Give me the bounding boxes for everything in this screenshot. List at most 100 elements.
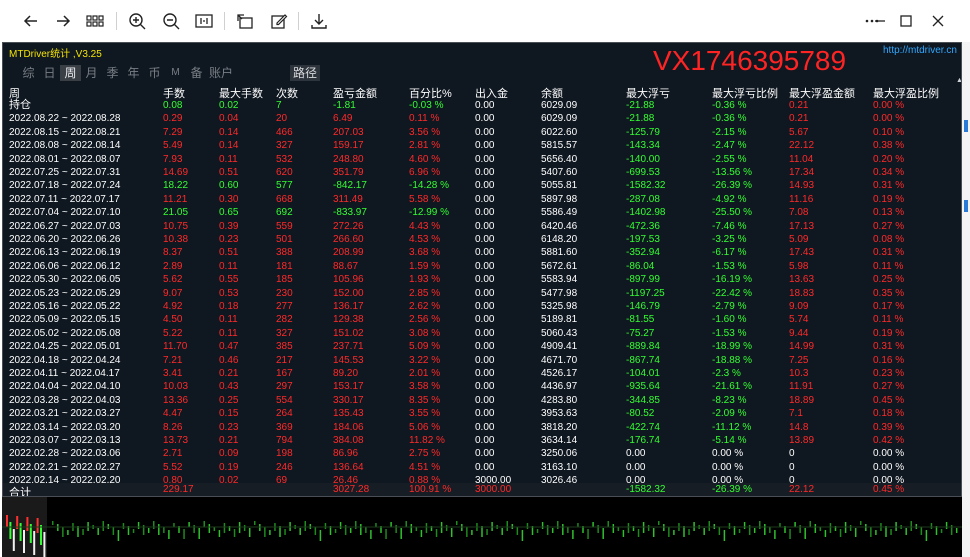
toolbar-divider [224, 12, 225, 30]
tab-3[interactable]: 月 [81, 65, 102, 81]
tab-0[interactable]: 综 [18, 65, 39, 81]
table-row[interactable]: 2022.06.13 ~ 2022.06.19 8.37 0.51 388 208.99… [3, 246, 961, 259]
cell-最大浮亏比例: -5.14 % [712, 435, 747, 446]
chart-candle [40, 525, 42, 545]
chart-bar [567, 527, 569, 533]
table-row[interactable]: 2022.04.11 ~ 2022.04.17 3.41 0.21 167 89.20 2… [3, 367, 961, 380]
zoom-in-icon[interactable] [126, 10, 148, 32]
table-row[interactable]: 2022.08.22 ~ 2022.08.28 0.29 0.04 20 6.49 0.1… [3, 112, 961, 125]
cell-出入金: 0.00 [475, 126, 495, 138]
cell-次数: 20 [276, 113, 288, 125]
close-icon[interactable] [926, 10, 950, 32]
cell-最大手数: 0.18 [219, 301, 239, 312]
maximize-icon[interactable] [894, 10, 918, 32]
cell-百分比%: -12.99 % [409, 207, 450, 219]
chart-bar [809, 521, 811, 527]
table-row[interactable]: 2022.05.02 ~ 2022.05.08 5.22 0.11 327 151.02… [3, 327, 961, 340]
cell-次数: 577 [276, 180, 293, 192]
chart-bar [82, 529, 84, 535]
table-row[interactable]: 2022.05.30 ~ 2022.06.05 5.62 0.55 185 105.96… [3, 273, 961, 286]
cell-最大浮盈金额: 14.99 [789, 341, 815, 353]
table-row[interactable]: 2022.08.08 ~ 2022.08.14 5.49 0.14 327 159.17… [3, 139, 961, 152]
save-icon[interactable] [308, 10, 330, 32]
totals-max-float-loss: -1582.32 [626, 484, 666, 495]
chart-bar [163, 527, 165, 533]
cell-百分比%: 6.96 % [409, 167, 441, 178]
table-row[interactable]: 2022.04.25 ~ 2022.05.01 11.70 0.47 385 237.7… [3, 340, 961, 353]
table-row[interactable]: 2022.03.21 ~ 2022.03.27 4.47 0.15 264 135.43… [3, 407, 961, 420]
cell-最大浮亏: -1582.32 [626, 180, 666, 192]
table-row[interactable]: 2022.02.28 ~ 2022.03.06 2.71 0.09 198 86.96 2… [3, 447, 961, 460]
table-row[interactable]: 2022.06.06 ~ 2022.06.12 2.89 0.11 181 88.67 1… [3, 260, 961, 273]
scroll-up-icon[interactable]: ▲ [956, 77, 961, 84]
cell-百分比%: 2.01 % [409, 368, 441, 379]
website-link[interactable]: http://mtdriver.cn [883, 45, 957, 56]
chart-bar [314, 527, 317, 535]
cell-最大浮亏: -889.84 [626, 341, 660, 353]
table-row[interactable]: 2022.07.18 ~ 2022.07.24 18.22 0.60 577 -842.… [3, 179, 961, 192]
table-row[interactable]: 2022.05.16 ~ 2022.05.22 4.92 0.18 277 136.17… [3, 300, 961, 313]
table-row[interactable]: 2022.06.20 ~ 2022.06.26 10.38 0.23 501 266.6… [3, 233, 961, 246]
tab-7[interactable]: M [165, 65, 186, 81]
row-period: 2022.07.25 ~ 2022.07.31 [9, 167, 121, 178]
cell-盈亏金额: 86.96 [333, 448, 359, 460]
tab-5[interactable]: 年 [123, 65, 144, 81]
forward-arrow-icon[interactable] [52, 10, 74, 32]
table-row[interactable]: 2022.07.25 ~ 2022.07.31 14.69 0.51 620 351.7… [3, 166, 961, 179]
fit-width-icon[interactable] [193, 10, 215, 32]
cell-最大浮亏比例: -2.47 % [712, 140, 747, 152]
zoom-out-icon[interactable] [160, 10, 182, 32]
cell-出入金: 0.00 [475, 408, 495, 420]
table-row[interactable]: 2022.05.23 ~ 2022.05.29 9.07 0.53 230 152.00… [3, 287, 961, 300]
cell-余额: 3953.63 [541, 408, 578, 420]
chart-bar [860, 521, 862, 525]
tab-6[interactable]: 币 [144, 65, 165, 81]
table-row[interactable]: 2022.08.15 ~ 2022.08.21 7.29 0.14 466 207.03… [3, 126, 961, 139]
cell-余额: 5477.98 [541, 287, 578, 299]
chart-candle [9, 522, 12, 539]
cell-最大浮亏比例: -1.60 % [712, 314, 747, 326]
cell-最大手数: 0.09 [219, 448, 239, 460]
chart-bar [223, 523, 226, 533]
minimize-icon[interactable] [868, 10, 892, 32]
table-row[interactable]: 2022.04.18 ~ 2022.04.24 7.21 0.46 217 145.53… [3, 354, 961, 367]
chart-bar [132, 529, 135, 533]
chart-bar [405, 521, 407, 527]
table-row[interactable]: 2022.07.11 ~ 2022.07.17 11.21 0.30 668 311.4… [3, 193, 961, 206]
table-row[interactable]: 2022.06.27 ~ 2022.07.03 10.75 0.39 559 272.2… [3, 220, 961, 233]
table-row[interactable]: 2022.07.04 ~ 2022.07.10 21.05 0.65 692 -833.… [3, 206, 961, 219]
table-row[interactable]: 2022.03.07 ~ 2022.03.13 13.73 0.21 794 384.0… [3, 434, 961, 447]
cell-出入金: 0.00 [475, 435, 495, 446]
grid-icon[interactable] [84, 10, 106, 32]
table-row[interactable]: 2022.03.28 ~ 2022.04.03 13.36 0.25 554 330.1… [3, 394, 961, 407]
cell-最大手数: 0.23 [219, 234, 239, 245]
tab-4[interactable]: 季 [102, 65, 123, 81]
table-row[interactable]: 2022.03.14 ~ 2022.03.20 8.26 0.23 369 184.06… [3, 421, 961, 434]
edit-icon[interactable] [268, 10, 290, 32]
table-row[interactable]: 2022.04.04 ~ 2022.04.10 10.03 0.43 297 153.1… [3, 380, 961, 393]
tab-9[interactable]: 账户 [207, 65, 235, 81]
cell-最大浮盈比例: 0.31 % [873, 341, 905, 353]
tab-path[interactable]: 路径 [290, 65, 320, 81]
cell-最大手数: 0.39 [219, 220, 239, 232]
back-arrow-icon[interactable] [20, 10, 42, 32]
cell-余额: 3818.20 [541, 421, 578, 433]
cell-手数: 5.52 [163, 461, 183, 473]
chart-bar [324, 523, 327, 529]
chart-bar [198, 528, 200, 539]
cell-最大浮亏比例: -1.53 % [712, 260, 747, 272]
cell-最大浮亏: -344.85 [626, 394, 660, 406]
table-row[interactable]: 2022.02.21 ~ 2022.02.27 5.52 0.19 246 136.64… [3, 461, 961, 474]
table-row[interactable]: 2022.05.09 ~ 2022.05.15 4.50 0.11 282 129.38… [3, 313, 961, 326]
tab-1[interactable]: 日 [39, 65, 60, 81]
cell-最大浮盈金额: 11.16 [789, 193, 814, 205]
rotate-icon[interactable] [234, 10, 256, 32]
tab-8[interactable]: 备 [186, 65, 207, 81]
cell-最大浮盈金额: 9.44 [789, 327, 809, 339]
tab-2[interactable]: 周 [60, 65, 81, 81]
holding-row[interactable]: 持仓 0.08 0.02 7 -1.81 -0.03 % 0.00 6029.09 -21.88… [3, 99, 961, 112]
chart-bar [789, 529, 791, 539]
chart-bar [183, 529, 185, 539]
table-row[interactable]: 2022.08.01 ~ 2022.08.07 7.93 0.11 532 248.80… [3, 153, 961, 166]
cell-出入金: 0.00 [475, 153, 495, 165]
